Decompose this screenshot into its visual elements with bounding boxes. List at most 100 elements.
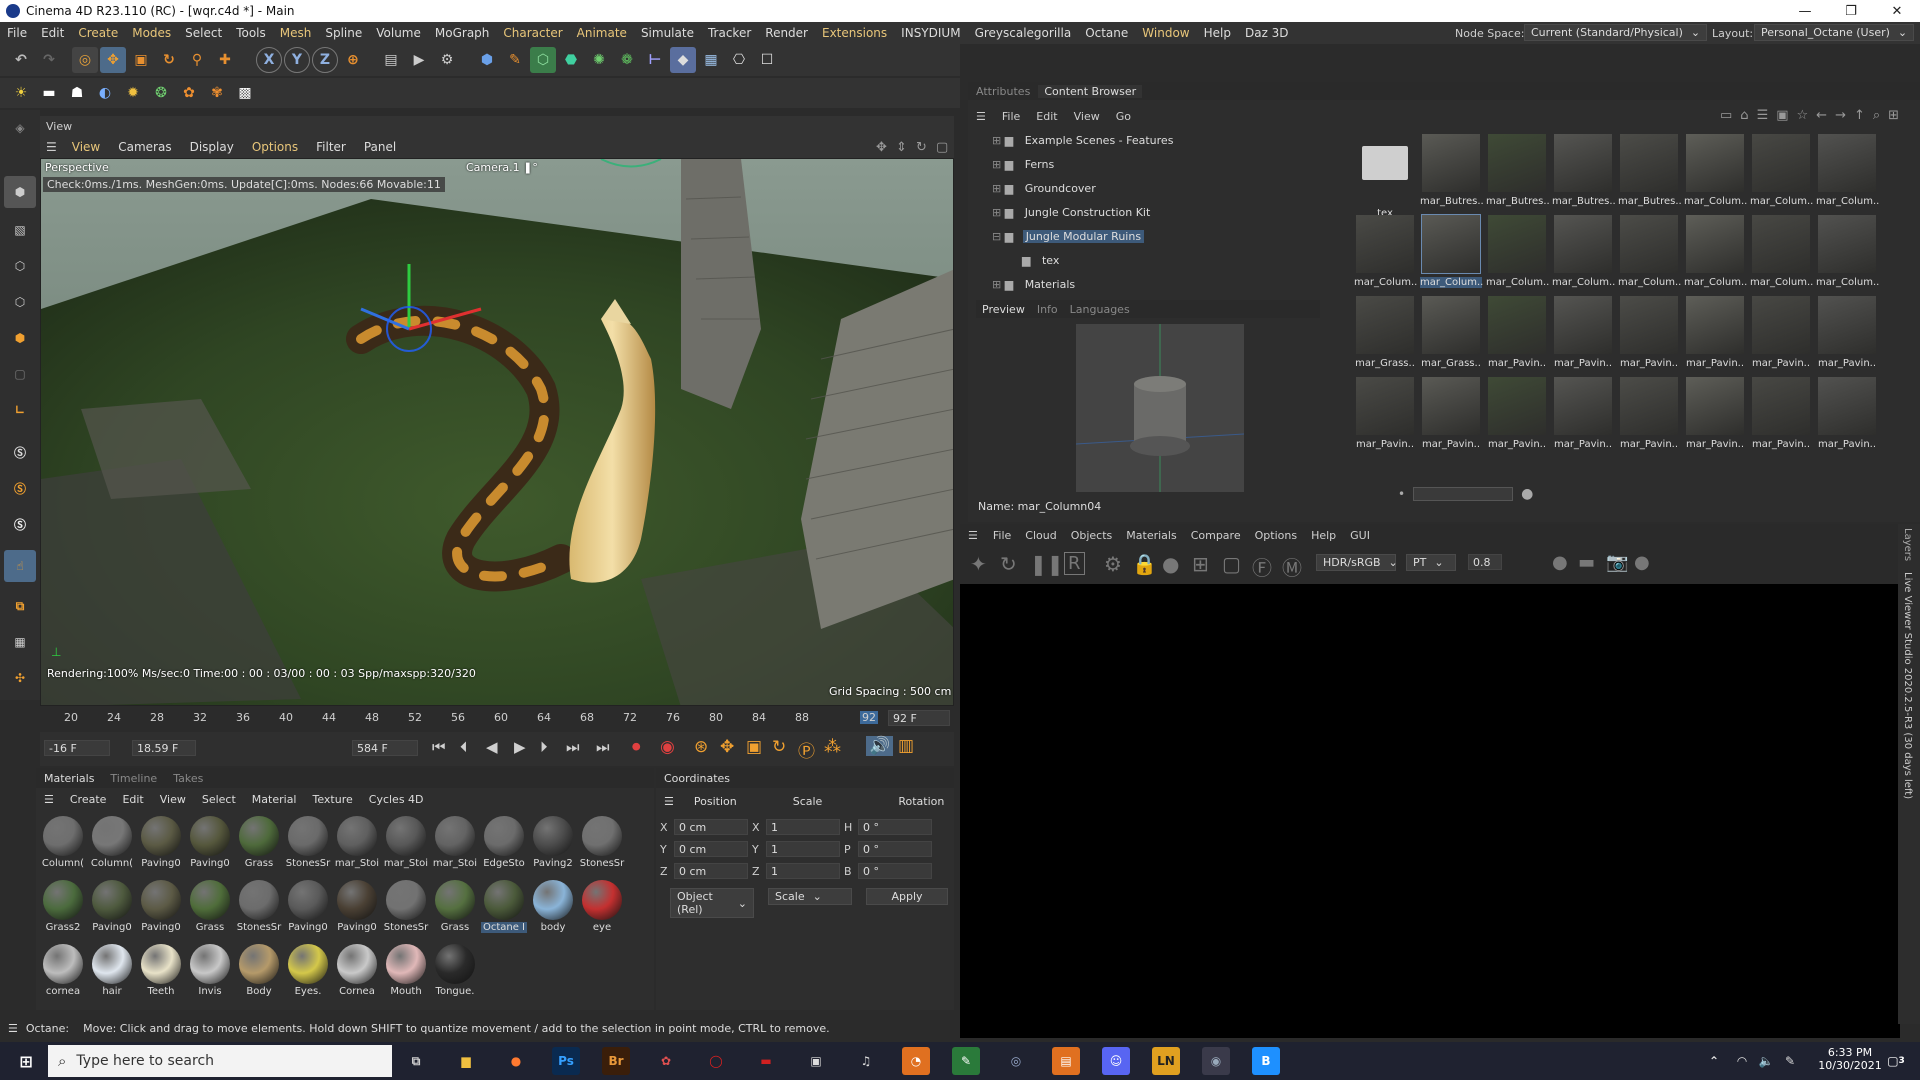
maximize-view-icon[interactable]: ▢ xyxy=(936,140,948,155)
task-view-icon[interactable]: ⧉ xyxy=(402,1047,430,1075)
thumb-asset[interactable]: mar_Pavin.. xyxy=(1486,377,1548,457)
thumb-asset[interactable]: mar_Pavin.. xyxy=(1750,377,1812,457)
cube-icon[interactable]: ⬢ xyxy=(474,47,500,73)
focus-icon[interactable]: Ⓕ xyxy=(1252,552,1272,581)
add-window-icon[interactable]: ⊞ xyxy=(1888,108,1899,123)
menu-simulate[interactable]: Simulate xyxy=(634,26,701,40)
timeline-icon[interactable]: ▥ xyxy=(898,736,914,756)
minimize-button[interactable]: — xyxy=(1782,0,1828,22)
material-item[interactable]: Octane I xyxy=(481,878,527,940)
thumb-asset[interactable]: mar_Colum.. xyxy=(1816,215,1879,295)
oct-menu-materials[interactable]: Materials xyxy=(1119,529,1183,542)
material-item[interactable]: Column( xyxy=(40,814,86,876)
camera-icon[interactable]: ⎔ xyxy=(726,47,752,73)
cloner-icon[interactable]: ✺ xyxy=(586,47,612,73)
octane-render-area[interactable] xyxy=(960,584,1900,1038)
thumb-asset[interactable]: mar_Pavin.. xyxy=(1552,296,1614,376)
generator-icon[interactable]: ⬣ xyxy=(558,47,584,73)
tab-languages[interactable]: Languages xyxy=(1064,303,1136,316)
layout-dropdown[interactable]: Personal_Octane (User) ⌄ xyxy=(1754,24,1915,41)
subdivision-icon[interactable]: ⬡ xyxy=(530,47,556,73)
play-icon[interactable]: ▶ xyxy=(514,738,526,756)
scale-field[interactable]: 1 xyxy=(766,819,840,835)
viewport-menu-options[interactable]: Options xyxy=(243,140,307,154)
frame-icon[interactable]: ▢ xyxy=(1222,552,1241,576)
sound-icon[interactable]: 🔊 xyxy=(866,736,894,756)
floor-icon[interactable]: ▦ xyxy=(698,47,724,73)
pause-icon[interactable]: ❚❚ xyxy=(1030,552,1064,576)
grid-icon[interactable]: ▦ xyxy=(4,626,36,658)
camera-label[interactable]: Camera.1 ❚° xyxy=(466,161,538,174)
taskbar-clock[interactable]: 6:33 PM 10/30/2021 xyxy=(1810,1046,1890,1072)
mat-menu-view[interactable]: View xyxy=(152,793,194,806)
tree-item-tex[interactable]: ▆ tex xyxy=(1022,254,1059,267)
tweak-mode-icon[interactable]: ☝ xyxy=(4,550,36,582)
notepad-icon[interactable]: ✎ xyxy=(952,1047,980,1075)
thumb-asset[interactable]: mar_Colum.. xyxy=(1420,214,1483,295)
material-item[interactable]: Grass xyxy=(187,878,233,940)
scale-field[interactable]: 1 xyxy=(766,863,840,879)
tree-item-groundcover[interactable]: ⊞ ▆ Groundcover xyxy=(992,182,1096,195)
hamburger-icon[interactable]: ☰ xyxy=(36,793,62,806)
tab-info[interactable]: Info xyxy=(1031,303,1064,316)
tag-icon[interactable]: ◆ xyxy=(670,47,696,73)
end-frame-field[interactable]: 584 F xyxy=(352,740,418,756)
menu-daz3d[interactable]: Daz 3D xyxy=(1238,26,1296,40)
cb-menu-view[interactable]: View xyxy=(1066,110,1108,123)
material-item[interactable]: Paving0 xyxy=(138,878,184,940)
mat-menu-cycles4d[interactable]: Cycles 4D xyxy=(361,793,432,806)
viewport-menu-filter[interactable]: Filter xyxy=(307,140,355,154)
material-ball-icon[interactable]: ● xyxy=(1162,552,1179,576)
hamburger-icon[interactable]: ☰ xyxy=(960,529,986,542)
coordinate-system-icon[interactable]: ⊕ xyxy=(340,47,366,73)
current-frame-field[interactable]: 92 F xyxy=(888,710,950,726)
menu-create[interactable]: Create xyxy=(71,26,125,40)
rotation-field[interactable]: 0 ° xyxy=(858,819,932,835)
menu-volume[interactable]: Volume xyxy=(369,26,428,40)
model-mode-icon[interactable]: ⬢ xyxy=(4,176,36,208)
material-item[interactable]: Column( xyxy=(89,814,135,876)
scale-mode-dropdown[interactable]: Scale ⌄ xyxy=(768,888,852,905)
menu-select[interactable]: Select xyxy=(178,26,229,40)
expand-icon[interactable]: ⊞ xyxy=(992,206,1001,219)
x-axis-icon[interactable]: X xyxy=(256,47,282,73)
material-item[interactable]: mar_Stoi xyxy=(334,814,380,876)
uv-mode-icon[interactable]: ▢ xyxy=(4,358,36,390)
cinema4d-icon[interactable]: ◉ xyxy=(1202,1047,1230,1075)
thumb-asset[interactable]: mar_Pavin.. xyxy=(1486,296,1548,376)
material-item[interactable]: mar_Stoi xyxy=(383,814,429,876)
menu-modes[interactable]: Modes xyxy=(125,26,178,40)
record-icon[interactable]: ⏺ xyxy=(632,737,641,757)
material-item[interactable]: StonesSr xyxy=(579,814,625,876)
rotation-key-icon[interactable]: ↻ xyxy=(772,737,786,757)
thumb-asset[interactable]: mar_Colum.. xyxy=(1618,215,1681,295)
expand-icon[interactable]: ⊞ xyxy=(992,134,1001,147)
thumb-asset[interactable]: mar_Butres.. xyxy=(1420,134,1484,214)
axis-mode-icon[interactable]: ∟ xyxy=(4,394,36,426)
expand-icon[interactable]: ⊞ xyxy=(992,278,1001,291)
material-item[interactable]: Grass xyxy=(236,814,282,876)
thumb-asset[interactable]: mar_Butres.. xyxy=(1618,134,1682,214)
checker-icon[interactable]: ▩ xyxy=(232,80,258,106)
thumb-asset[interactable]: mar_Pavin.. xyxy=(1684,296,1746,376)
material-item[interactable]: Paving0 xyxy=(138,814,184,876)
file-explorer-icon[interactable]: ▆ xyxy=(452,1047,480,1075)
viewport-menu-view[interactable]: View xyxy=(63,140,109,154)
menu-extensions[interactable]: Extensions xyxy=(815,26,894,40)
up-icon[interactable]: ↑ xyxy=(1854,108,1865,123)
material-item[interactable]: Mouth xyxy=(383,942,429,1004)
scatter-icon[interactable]: ✾ xyxy=(204,80,230,106)
material-item[interactable]: Grass2 xyxy=(40,878,86,940)
material-item[interactable]: mar_Stoi xyxy=(432,814,478,876)
app-red-icon[interactable]: ▬ xyxy=(752,1047,780,1075)
taskbar-search-box[interactable]: ⌕ Type here to search xyxy=(48,1045,392,1077)
thumb-asset[interactable]: mar_Pavin.. xyxy=(1618,377,1680,457)
exposure-field[interactable]: 0.8 xyxy=(1468,554,1502,570)
add-icon[interactable]: ✚ xyxy=(212,47,238,73)
thumb-asset[interactable]: mar_Pavin.. xyxy=(1618,296,1680,376)
bridge-icon[interactable]: Br xyxy=(602,1047,630,1075)
settings-icon[interactable]: ⚙ xyxy=(1104,552,1122,576)
viewport-menu-cameras[interactable]: Cameras xyxy=(109,140,180,154)
position-field[interactable]: 0 cm xyxy=(674,819,748,835)
thumb-asset[interactable]: mar_Pavin.. xyxy=(1816,296,1878,376)
